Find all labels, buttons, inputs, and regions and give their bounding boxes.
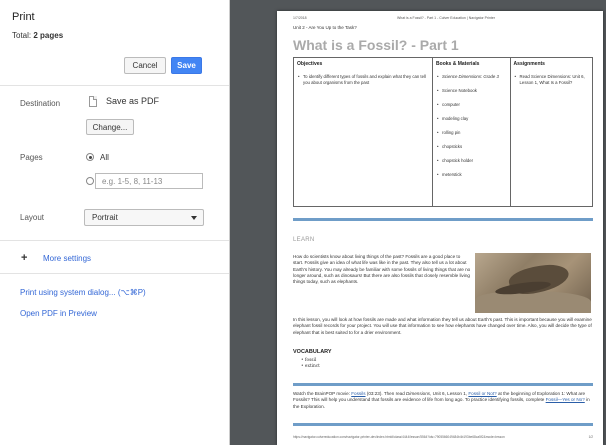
objectives-column: Objectives To identify different types o… — [294, 58, 434, 206]
material-item: Science Notebook — [436, 88, 507, 94]
material-item: Science Dimensions: Grade 3 — [436, 74, 507, 80]
destination-value: Save as PDF — [106, 96, 160, 106]
page-footer-number: 1/2 — [588, 435, 593, 439]
material-item: chopstick holder — [436, 158, 507, 164]
layout-select[interactable]: Portrait — [84, 209, 204, 226]
section-divider — [293, 383, 593, 386]
save-button[interactable]: Save — [171, 57, 202, 74]
more-settings-link[interactable]: More settings — [43, 254, 91, 263]
page-footer-url: https://navigator.culvereducation.com/na… — [293, 435, 505, 439]
destination-label: Destination — [20, 99, 61, 108]
learn-label: LEARN — [293, 237, 315, 243]
total-value: 2 pages — [33, 31, 64, 40]
material-item: meterstick — [436, 172, 507, 178]
unit-title: Unit 2 - Are You Up to the Task? — [293, 25, 357, 30]
objective-item: To identify different types of fossils a… — [297, 74, 429, 86]
assignment-item: Read Science Dimensions: Unit 6, Lesson … — [514, 74, 589, 86]
section-divider — [293, 423, 593, 426]
fossil-or-not-link[interactable]: Fossil or Not? — [468, 391, 496, 396]
vocabulary-header: VOCABULARY — [293, 349, 332, 355]
page-header-title: What is a Fossil? - Part 1 - Culver Educ… — [397, 16, 495, 20]
activity-paragraph: Watch the BrainPOP movie: Fossils (03:23… — [293, 391, 590, 409]
pages-all-radio[interactable] — [86, 153, 94, 161]
layout-label: Layout — [20, 213, 45, 222]
vocabulary-list: fossil extinct — [301, 358, 320, 370]
print-preview-area[interactable]: 1/7/2018 What is a Fossil? - Part 1 - Cu… — [230, 0, 606, 445]
assignments-column: Assignments Read Science Dimensions: Uni… — [511, 58, 592, 206]
page-total: Total: 2 pages — [12, 31, 63, 40]
material-item: modeling clay — [436, 116, 507, 122]
divider — [0, 273, 229, 274]
vocab-item: extinct — [301, 364, 320, 370]
intro-paragraph: How do scientists know about living thin… — [293, 254, 471, 285]
fossil-image — [475, 253, 591, 313]
assignments-header: Assignments — [513, 61, 545, 67]
pages-custom-radio[interactable] — [86, 177, 94, 185]
dropdown-arrow-icon — [191, 216, 197, 220]
system-dialog-link[interactable]: Print using system dialog... (⌥⌘P) — [20, 288, 146, 297]
panel-title: Print — [12, 11, 35, 23]
plus-icon: + — [21, 252, 28, 264]
material-item: rolling pin — [436, 130, 507, 136]
total-label: Total: — [12, 31, 34, 40]
materials-column: Books & Materials Science Dimensions: Gr… — [433, 58, 511, 206]
page-header-date: 1/7/2018 — [293, 16, 307, 20]
preview-page: 1/7/2018 What is a Fossil? - Part 1 - Cu… — [277, 11, 603, 445]
lesson-table: Objectives To identify different types o… — [293, 57, 593, 207]
layout-select-value: Portrait — [92, 213, 118, 222]
pages-all-label: All — [100, 153, 109, 162]
lesson-heading: What is a Fossil? - Part 1 — [293, 37, 459, 53]
materials-header: Books & Materials — [436, 61, 480, 67]
print-settings-panel: Print Total: 2 pages Cancel Save Destina… — [0, 0, 230, 445]
change-destination-button[interactable]: Change... — [86, 119, 134, 135]
material-item: computer — [436, 102, 507, 108]
fossil-yes-or-no-link[interactable]: Fossil—Yes or No? — [546, 397, 585, 402]
pages-label: Pages — [20, 153, 43, 162]
divider — [0, 85, 229, 86]
divider — [0, 240, 229, 241]
objectives-header: Objectives — [297, 61, 323, 67]
material-item: chopsticks — [436, 144, 507, 150]
lesson-paragraph: In this lesson, you will look at how fos… — [293, 317, 592, 335]
pages-range-input[interactable] — [95, 173, 203, 189]
fossils-movie-link[interactable]: Fossils — [351, 391, 365, 396]
section-divider — [293, 218, 593, 221]
pdf-document-icon — [89, 96, 97, 107]
cancel-button[interactable]: Cancel — [124, 57, 166, 74]
open-pdf-link[interactable]: Open PDF in Preview — [20, 309, 97, 318]
